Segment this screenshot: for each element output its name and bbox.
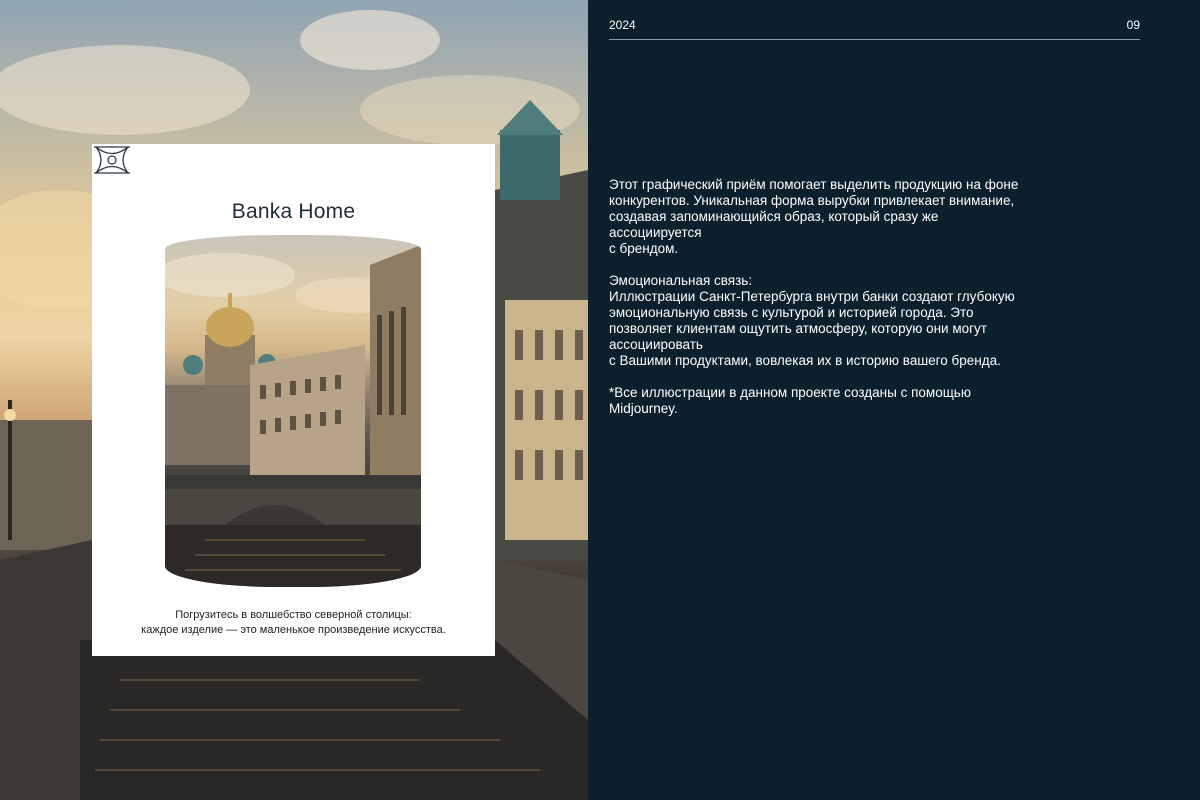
- description-text: Этот графический приём помогает выделить…: [609, 177, 1099, 417]
- card-caption: Погрузитесь в волшебство северной столиц…: [102, 608, 485, 638]
- text-line: позволяет клиентам ощутить атмосферу, ко…: [609, 321, 987, 336]
- text-line: Иллюстрации Санкт-Петербурга внутри банк…: [609, 289, 1015, 304]
- ornamental-monogram-icon: [94, 146, 130, 174]
- slide: Banka Home Погрузитесь в волшебство севе…: [0, 0, 1200, 800]
- caption-line: Погрузитесь в волшебство северной столиц…: [175, 609, 412, 621]
- text-line: с брендом.: [609, 241, 679, 256]
- city-canal-photo: Banka Home Погрузитесь в волшебство севе…: [0, 0, 588, 800]
- text-line: конкурентов. Уникальная форма вырубки пр…: [609, 193, 1015, 208]
- text-line: Эмоциональная связь:: [609, 273, 753, 288]
- jar-shaped-photo-cutout: [165, 235, 421, 587]
- text-line: эмоциональную связь с культурой и истори…: [609, 305, 974, 320]
- page-number: 09: [1126, 18, 1140, 32]
- product-label-card: Banka Home Погрузитесь в волшебство севе…: [92, 144, 495, 656]
- text-line: Этот графический приём помогает выделить…: [609, 177, 1019, 192]
- text-line: Midjourney.: [609, 401, 678, 416]
- text-line: создавая запоминающийся образ, который с…: [609, 209, 939, 224]
- brand-name: Banka Home: [231, 200, 356, 223]
- text-line: *Все иллюстрации в данном проекте создан…: [609, 385, 971, 400]
- text-panel: 2024 09 Этот графический приём помогает …: [588, 0, 1200, 800]
- year-label: 2024: [609, 18, 636, 32]
- cathedral-canal-illustration: [165, 245, 421, 587]
- caption-line: каждое изделие — это маленькое произведе…: [141, 624, 446, 636]
- text-line: с Вашими продуктами, вовлекая их в истор…: [609, 353, 1001, 368]
- text-line: ассоциируется: [609, 225, 702, 240]
- text-line: ассоциировать: [609, 337, 703, 352]
- header-divider: [609, 39, 1140, 40]
